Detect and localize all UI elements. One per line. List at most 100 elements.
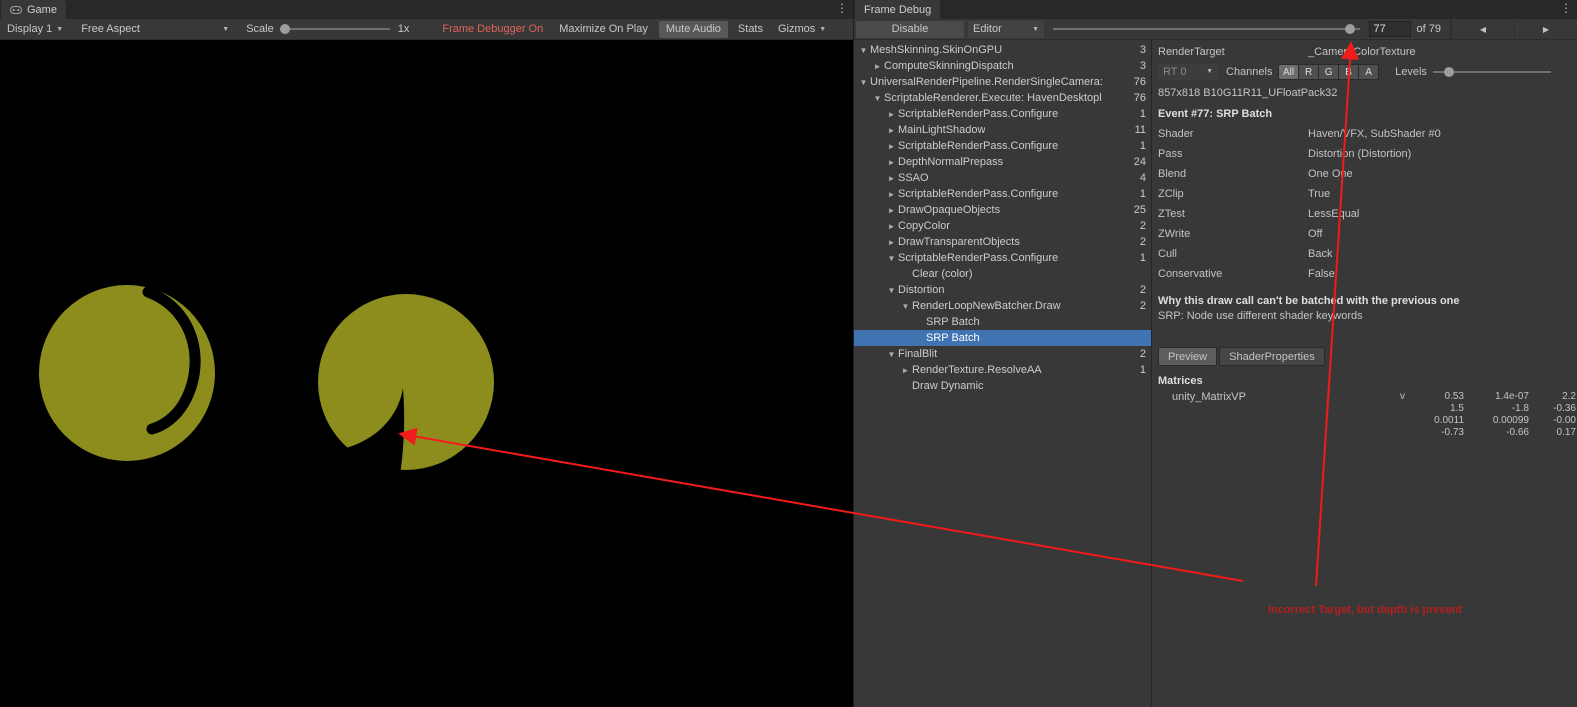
chevron-down-icon: ▼ [1032, 25, 1039, 33]
foldout-open-icon[interactable]: ▼ [871, 94, 884, 103]
event-slider-knob[interactable] [1345, 24, 1356, 34]
levels-slider-knob[interactable] [1444, 66, 1455, 77]
foldout-closed-icon[interactable]: ► [899, 366, 912, 375]
tab-game[interactable]: Game [1, 0, 66, 19]
foldout-open-icon[interactable]: ▼ [857, 78, 870, 87]
foldout-open-icon[interactable]: ▼ [857, 46, 870, 55]
tree-row[interactable]: ► ScriptableRenderPass.Configure 1 [854, 186, 1151, 202]
frame-debug-menu-icon[interactable]: ⋮ [1560, 1, 1572, 15]
tree-item-count: 25 [1133, 204, 1146, 216]
foldout-closed-icon[interactable]: ► [885, 174, 898, 183]
stats-button[interactable]: Stats [731, 21, 770, 38]
levels-slider[interactable] [1432, 66, 1551, 78]
tree-row[interactable]: ▼ RenderLoopNewBatcher.Draw 2 [854, 298, 1151, 314]
matrix-cell: 2.2 [1562, 391, 1576, 402]
target-dropdown[interactable]: Editor ▼ [968, 20, 1044, 38]
matrix-cell: 1.4e-07 [1495, 391, 1529, 402]
foldout-closed-icon[interactable]: ► [885, 190, 898, 199]
tree-row[interactable]: Draw Dynamic [854, 378, 1151, 394]
frame-event-tree: ▼ MeshSkinning.SkinOnGPU 3 ► ComputeSkinning… [854, 40, 1152, 707]
tab-shader-properties[interactable]: ShaderProperties [1219, 347, 1325, 366]
tree-row[interactable]: ► DrawTransparentObjects 2 [854, 234, 1151, 250]
rt-index-dropdown[interactable]: RT 0 ▼ [1158, 63, 1218, 80]
tree-item-count: 3 [1139, 60, 1146, 72]
channel-button-a[interactable]: A [1359, 63, 1380, 80]
tree-row[interactable]: ► ScriptableRenderPass.Configure 1 [854, 138, 1151, 154]
foldout-closed-icon[interactable]: ► [885, 126, 898, 135]
display-dropdown[interactable]: Display 1 ▼ [2, 21, 68, 38]
tree-row[interactable]: ▼ UniversalRenderPipeline.RenderSingleCam… [854, 74, 1151, 90]
aspect-dropdown[interactable]: Free Aspect ▼ [76, 21, 234, 38]
tab-frame-debug[interactable]: Frame Debug [855, 0, 941, 19]
tree-item-count: 24 [1133, 156, 1146, 168]
scale-slider[interactable] [279, 23, 390, 35]
tab-preview[interactable]: Preview [1158, 347, 1218, 366]
tree-row[interactable]: ▼ ScriptableRenderPass.Configure 1 [854, 250, 1151, 266]
foldout-open-icon[interactable]: ▼ [885, 254, 898, 263]
foldout-closed-icon[interactable]: ► [871, 62, 884, 71]
tree-item-label: ScriptableRenderer.Execute: HavenDesktop… [884, 92, 1102, 104]
foldout-open-icon[interactable]: ▼ [885, 286, 898, 295]
mute-audio-button[interactable]: Mute Audio [658, 20, 728, 38]
next-arrow-icon: ▶ [1542, 24, 1550, 34]
texture-info: 857x818 B10G11R11_UFloatPack32 [1158, 87, 1338, 99]
tree-row[interactable]: ▼ Distortion 2 [854, 282, 1151, 298]
tree-item-count: 11 [1134, 124, 1146, 136]
foldout-closed-icon[interactable]: ► [885, 110, 898, 119]
foldout-closed-icon[interactable]: ► [885, 238, 898, 247]
render-target-row: RenderTarget _CameraColorTexture [1158, 43, 1577, 60]
tree-row[interactable]: ► DepthNormalPrepass 24 [854, 154, 1151, 170]
tree-row[interactable]: ► RenderTexture.ResolveAA 1 [854, 362, 1151, 378]
frame-debugger-on-indicator[interactable]: Frame Debugger On [435, 21, 550, 38]
game-tabbar: Game ⋮ [0, 0, 853, 19]
game-view [0, 40, 853, 707]
tree-row[interactable]: ► CopyColor 2 [854, 218, 1151, 234]
property-value: Haven/VFX, SubShader #0 [1308, 128, 1441, 140]
event-number-input[interactable] [1368, 21, 1411, 37]
foldout-open-icon[interactable]: ▼ [885, 350, 898, 359]
foldout-open-icon[interactable]: ▼ [899, 302, 912, 311]
foldout-closed-icon[interactable]: ► [885, 142, 898, 151]
tree-item-label: FinalBlit [898, 348, 938, 360]
tree-item-label: CopyColor [898, 220, 950, 232]
tree-item-label: SRP Batch [926, 316, 980, 328]
tree-row[interactable]: ► ScriptableRenderPass.Configure 1 [854, 106, 1151, 122]
tree-item-count: 2 [1139, 348, 1146, 360]
property-row: ZTest LessEqual [1158, 204, 1577, 224]
tree-item-count: 1 [1139, 364, 1146, 376]
gizmos-dropdown[interactable]: Gizmos ▼ [773, 21, 831, 38]
prev-event-button[interactable]: ◀ [1451, 18, 1514, 40]
foldout-closed-icon[interactable]: ► [885, 222, 898, 231]
tree-row[interactable]: ▼ ScriptableRenderer.Execute: HavenDeskto… [854, 90, 1151, 106]
channel-button-g[interactable]: G [1319, 63, 1340, 80]
property-row: Conservative False [1158, 264, 1577, 284]
next-event-button[interactable]: ▶ [1514, 18, 1577, 40]
tree-row[interactable]: ▼ FinalBlit 2 [854, 346, 1151, 362]
channel-button-all[interactable]: All [1278, 63, 1300, 80]
tree-row[interactable]: SRP Batch [854, 330, 1151, 346]
tree-item-label: ScriptableRenderPass.Configure [898, 108, 1059, 120]
foldout-closed-icon[interactable]: ► [885, 206, 898, 215]
game-panel-menu-icon[interactable]: ⋮ [836, 1, 848, 15]
tree-row[interactable]: ► MainLightShadow 11 [854, 122, 1151, 138]
tree-row[interactable]: ► SSAO 4 [854, 170, 1151, 186]
channel-button-r[interactable]: R [1299, 63, 1320, 80]
foldout-closed-icon[interactable]: ► [885, 158, 898, 167]
tree-row[interactable]: ► DrawOpaqueObjects 25 [854, 202, 1151, 218]
matrix-cell: 0.00099 [1492, 415, 1529, 426]
disable-button[interactable]: Disable [856, 20, 964, 38]
tree-row[interactable]: ► ComputeSkinningDispatch 3 [854, 58, 1151, 74]
tree-item-count: 3 [1139, 44, 1146, 56]
game-render-output [39, 285, 494, 497]
scale-slider-knob[interactable] [280, 24, 291, 34]
tree-row[interactable]: SRP Batch [854, 314, 1151, 330]
shader-state-list: Shader Haven/VFX, SubShader #0 Pass Distort… [1158, 124, 1577, 284]
property-row: Shader Haven/VFX, SubShader #0 [1158, 124, 1577, 144]
maximize-on-play-button[interactable]: Maximize On Play [552, 21, 655, 38]
event-slider[interactable] [1053, 23, 1360, 35]
tree-row[interactable]: Clear (color) [854, 266, 1151, 282]
channels-row: RT 0 ▼ Channels All R G B A Levels [1158, 62, 1577, 81]
matrix-cell: -0.73 [1441, 427, 1464, 438]
tree-row[interactable]: ▼ MeshSkinning.SkinOnGPU 3 [854, 42, 1151, 58]
channel-button-b[interactable]: B [1339, 63, 1360, 80]
